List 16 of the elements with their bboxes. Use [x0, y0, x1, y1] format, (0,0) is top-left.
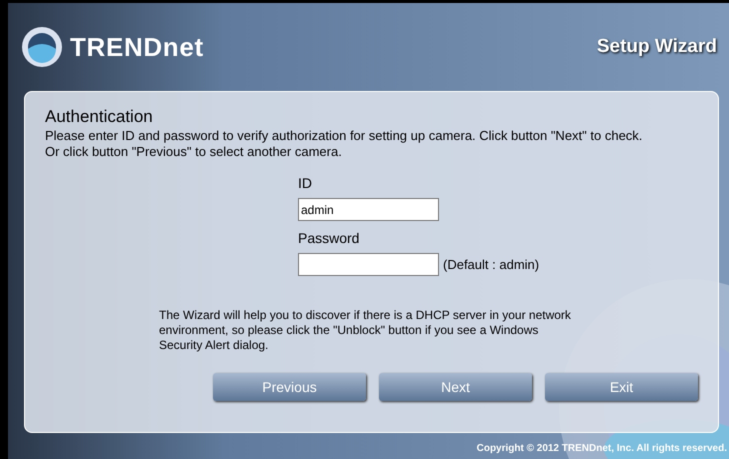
wizard-button[interactable]: Next — [379, 373, 532, 401]
input-field[interactable] — [298, 253, 439, 276]
wizard-title: Setup Wizard — [596, 34, 717, 59]
instruction-text: Or click button "Previous" to select another camera. — [45, 144, 343, 160]
logo-icon — [20, 25, 64, 69]
wizard-button[interactable]: Previous — [213, 373, 366, 401]
dhcp-note: The Wizard will help you to discover if there is a DHCP server in your network environment, so please click the "Unblock" button if you see a Windows Security Alert dialog. — [159, 308, 572, 353]
section-heading: Authentication — [45, 106, 154, 128]
wizard-button[interactable]: Exit — [545, 373, 698, 401]
field-label: ID — [298, 174, 313, 192]
logo-text: TRENDnet — [70, 30, 204, 64]
input-field[interactable]: admin — [298, 198, 439, 221]
field-label: Password — [298, 229, 360, 247]
default-hint: (Default : admin) — [443, 256, 540, 274]
copyright-text: Copyright © 2012 TRENDnet, Inc. All rights reserved. — [476, 442, 727, 456]
instruction-text: Please enter ID and password to verify authorization for setting up camera. Click button "Next" to check. — [45, 128, 644, 144]
